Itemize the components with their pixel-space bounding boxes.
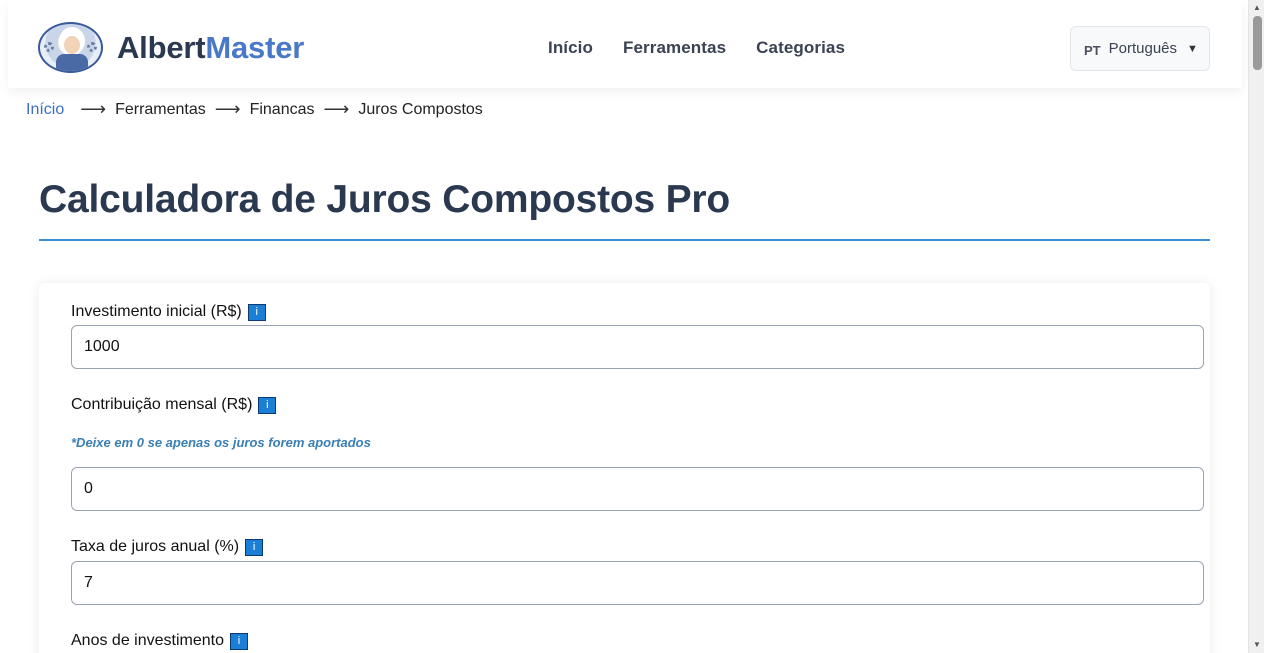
- language-label: Português: [1108, 40, 1178, 57]
- nav-ferramentas[interactable]: Ferramentas: [623, 38, 726, 58]
- page-title: Calculadora de Juros Compostos Pro: [39, 178, 731, 221]
- breadcrumb-current: Juros Compostos: [358, 100, 483, 118]
- site-header: AlbertMaster Início Ferramentas Categori…: [8, 0, 1242, 88]
- arrow-right-icon: ⟶: [80, 99, 107, 119]
- scrollbar-thumb[interactable]: [1253, 16, 1262, 70]
- breadcrumb-ferramentas[interactable]: Ferramentas: [115, 101, 206, 119]
- monthly-contribution-label-text: Contribuição mensal (R$): [71, 396, 253, 413]
- nav-inicio[interactable]: Início: [548, 38, 593, 58]
- info-icon[interactable]: i: [229, 632, 248, 650]
- page: AlbertMaster Início Ferramentas Categori…: [0, 0, 1248, 653]
- caret-down-icon: ▼: [1187, 42, 1198, 55]
- mascot-body: [56, 54, 88, 71]
- monthly-contribution-label: Contribuição mensal (R$) i: [71, 396, 277, 414]
- breadcrumb-financas[interactable]: Financas: [250, 101, 315, 119]
- breadcrumb-inicio[interactable]: Início: [26, 101, 64, 119]
- info-icon[interactable]: i: [258, 396, 277, 414]
- breadcrumb: Início ⟶ Ferramentas ⟶ Financas ⟶ Juros …: [26, 99, 483, 120]
- initial-investment-input[interactable]: [71, 325, 1204, 369]
- info-icon[interactable]: i: [245, 538, 264, 556]
- info-icon[interactable]: i: [247, 303, 266, 321]
- initial-investment-label-text: Investimento inicial (R$): [71, 303, 242, 320]
- language-selector[interactable]: PT Português ▼: [1070, 26, 1210, 71]
- initial-investment-label: Investimento inicial (R$) i: [71, 303, 266, 321]
- main-nav: Início Ferramentas Categorias: [548, 38, 845, 58]
- logo-link[interactable]: AlbertMaster: [38, 22, 304, 73]
- gear-icon: [44, 42, 54, 52]
- logo-mascot-icon: [38, 22, 103, 73]
- language-code: PT: [1084, 42, 1101, 58]
- nav-categorias[interactable]: Categorias: [756, 38, 845, 58]
- investment-years-label: Anos de investimento i: [71, 632, 248, 650]
- annual-rate-label: Taxa de juros anual (%) i: [71, 538, 264, 556]
- arrow-right-icon: ⟶: [214, 99, 241, 119]
- monthly-contribution-hint: *Deixe em 0 se apenas os juros forem apo…: [71, 435, 371, 450]
- calculator-form: Investimento inicial (R$) i Contribuição…: [39, 283, 1210, 653]
- title-divider: [39, 239, 1210, 241]
- logo-text: AlbertMaster: [117, 32, 304, 63]
- arrow-right-icon: ⟶: [323, 99, 350, 119]
- annual-rate-label-text: Taxa de juros anual (%): [71, 538, 240, 555]
- scroll-down-arrow-icon[interactable]: ▼: [1249, 639, 1264, 651]
- gear-icon: [87, 42, 97, 52]
- logo-text-albert: Albert: [117, 30, 206, 65]
- logo-text-master: Master: [205, 30, 305, 65]
- mascot-face: [62, 34, 82, 56]
- monthly-contribution-input[interactable]: [71, 467, 1204, 511]
- investment-years-label-text: Anos de investimento: [71, 632, 224, 649]
- page-scrollbar[interactable]: ▲ ▼: [1248, 0, 1264, 653]
- scroll-up-arrow-icon[interactable]: ▲: [1249, 2, 1264, 14]
- annual-rate-input[interactable]: [71, 561, 1204, 605]
